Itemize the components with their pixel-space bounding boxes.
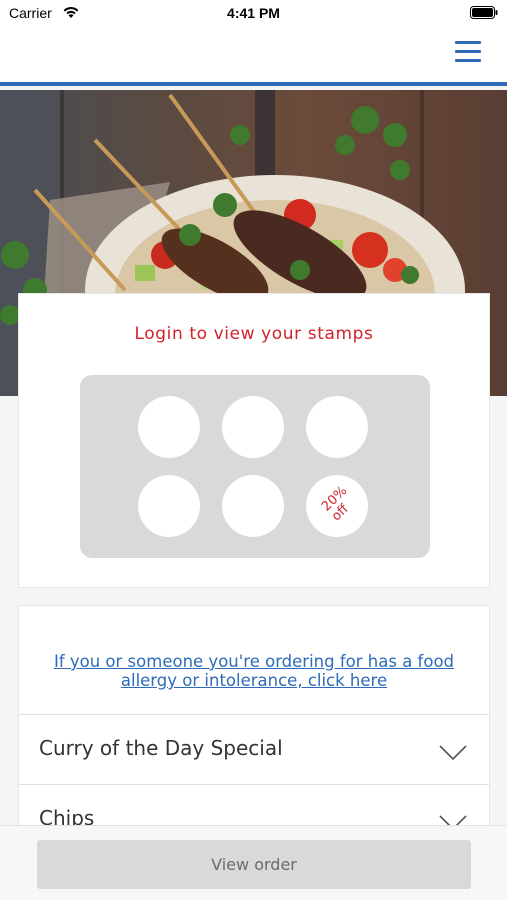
chevron-down-icon [439, 745, 467, 761]
bottom-bar: View order [0, 825, 507, 900]
battery-icon [470, 6, 498, 19]
stamp-reward-slot: 20% off [306, 475, 368, 537]
menu-category-label: Curry of the Day Special [39, 736, 283, 760]
stamp-slot [306, 396, 368, 458]
stamp-slot [138, 396, 200, 458]
status-bar: Carrier 4:41 PM [0, 0, 507, 30]
stamp-login-prompt[interactable]: Login to view your stamps [19, 324, 489, 344]
nav-bar [0, 30, 507, 86]
stamp-slot [138, 475, 200, 537]
stamp-slot [222, 475, 284, 537]
allergy-info-link[interactable]: If you or someone you're ordering for ha… [19, 652, 489, 690]
hamburger-menu-icon[interactable] [455, 40, 483, 66]
menu-category-row[interactable]: Curry of the Day Special [19, 714, 489, 784]
stamp-slot [222, 396, 284, 458]
stamp-grid: 20% off [80, 375, 430, 558]
view-order-button[interactable]: View order [37, 840, 471, 889]
clock: 4:41 PM [227, 5, 280, 21]
stamp-card: Login to view your stamps 20% off [18, 293, 490, 588]
